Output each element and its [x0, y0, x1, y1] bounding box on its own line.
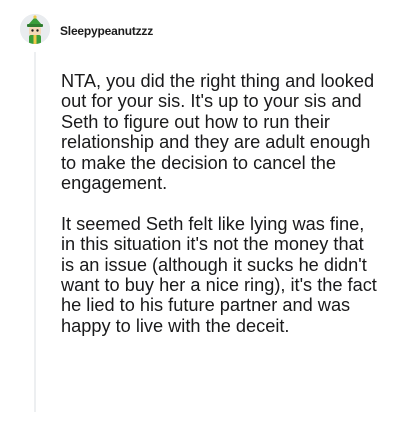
comment-paragraph-2: It seemed Seth felt like lying was fine,… [61, 213, 377, 336]
comment-paragraph-1: NTA, you did the right thing and looked … [61, 71, 375, 194]
snoo-avatar-icon [20, 14, 50, 44]
avatar[interactable] [20, 14, 50, 44]
thread-line[interactable] [34, 52, 36, 412]
username[interactable]: Sleepypeanutzzz [60, 23, 153, 39]
comment-body: NTA, you did the right thing and looked … [61, 71, 381, 336]
